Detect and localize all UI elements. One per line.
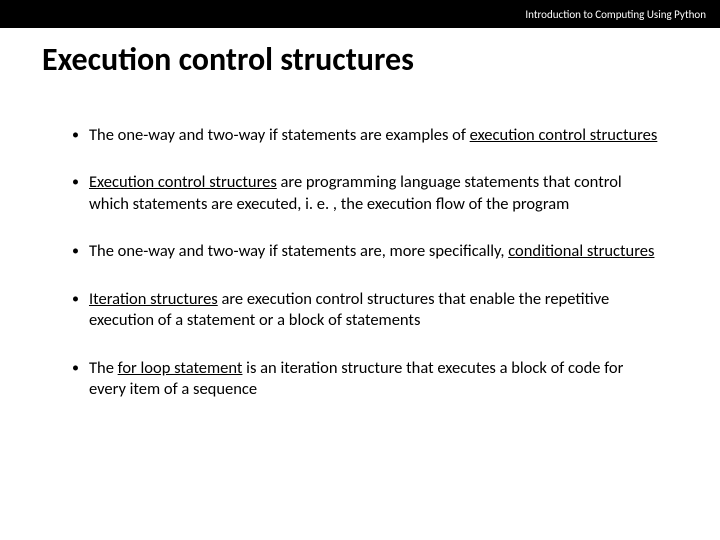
slide-content: • The one-way and two-way if statements … <box>0 79 720 401</box>
text-underline: execution control structures <box>470 125 658 145</box>
bullet-item: • Iteration structures are execution con… <box>88 289 664 332</box>
bullet-text: The one-way and two-way if statements ar… <box>89 125 664 146</box>
bullet-item: • The one-way and two-way if statements … <box>88 125 664 146</box>
text-underline: conditional structures <box>508 241 654 261</box>
text-pre: The one-way and two-way if statements ar… <box>89 125 470 145</box>
bullet-text: Execution control structures are program… <box>89 172 664 215</box>
bullet-marker: • <box>72 172 79 192</box>
bullet-text: The one-way and two-way if statements ar… <box>89 241 664 262</box>
bullet-marker: • <box>72 241 79 261</box>
bullet-item: • Execution control structures are progr… <box>88 172 664 215</box>
bullet-marker: • <box>72 358 79 378</box>
bullet-text: Iteration structures are execution contr… <box>89 289 664 332</box>
header-bar: Introduction to Computing Using Python <box>0 0 720 28</box>
bullet-marker: • <box>72 125 79 145</box>
text-pre: The <box>89 358 118 378</box>
bullet-item: • The for loop statement is an iteration… <box>88 358 664 401</box>
bullet-text: The for loop statement is an iteration s… <box>89 358 664 401</box>
text-underline: for loop statement <box>118 358 243 378</box>
slide-title: Execution control structures <box>0 28 720 79</box>
text-underline: Iteration structures <box>89 289 218 309</box>
course-label: Introduction to Computing Using Python <box>525 8 706 21</box>
bullet-item: • The one-way and two-way if statements … <box>88 241 664 262</box>
text-pre: The one-way and two-way if statements ar… <box>89 241 508 261</box>
bullet-marker: • <box>72 289 79 309</box>
text-underline: Execution control structures <box>89 172 277 192</box>
